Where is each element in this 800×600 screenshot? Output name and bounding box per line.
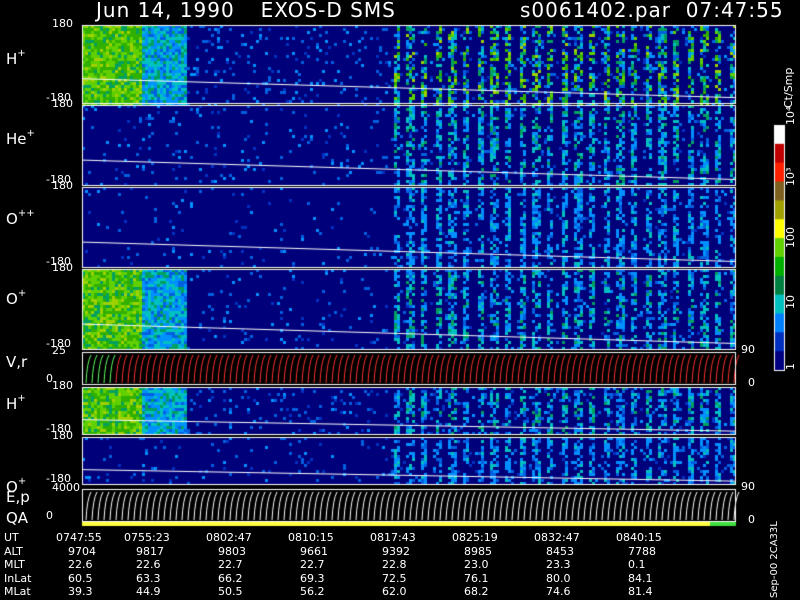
- table-cell: 0755:23: [124, 531, 170, 544]
- table-cell: 44.9: [136, 585, 161, 598]
- table-cell: 22.6: [68, 558, 93, 571]
- panel-label-1: He+: [6, 128, 35, 148]
- table-row-name-mlat: MLat: [4, 585, 31, 598]
- panel-top-tick-6: 180: [52, 429, 73, 442]
- colorbar-label-0: 10⁴: [784, 106, 797, 125]
- colorbar-label-1: 10³: [784, 167, 797, 187]
- table-cell: 74.6: [546, 585, 571, 598]
- table-cell: 76.1: [464, 571, 489, 585]
- colorbar-label-2: 100: [784, 226, 797, 248]
- table-cell: 0840:15: [616, 531, 662, 544]
- file-time: 07:47:55: [685, 0, 784, 22]
- panel-top-tick-2: 180: [52, 179, 73, 192]
- panel-top-tick-1: 180: [52, 97, 73, 110]
- table-cell: 80.0: [546, 571, 571, 585]
- table-cell: 7788: [628, 544, 656, 558]
- table-cell: 63.3: [136, 571, 161, 585]
- table-row-name-inlat: InLat: [4, 571, 32, 585]
- table-cell: 22.7: [218, 558, 243, 571]
- table-cell: 0.1: [628, 558, 646, 571]
- panel-label-4: V,r: [6, 353, 28, 371]
- spectrogram-canvas: [0, 0, 800, 600]
- table-cell: 50.5: [218, 585, 243, 598]
- table-cell: 66.2: [218, 571, 243, 585]
- table-cell: 8985: [464, 544, 492, 558]
- panel-right-bottom-tick-4: 0: [748, 376, 755, 389]
- table-cell: 62.0: [382, 585, 407, 598]
- table-cell: 22.6: [136, 558, 161, 571]
- table-row-name-ut: UT: [4, 531, 19, 544]
- table-cell: 81.4: [628, 585, 653, 598]
- table-cell: 0817:43: [370, 531, 416, 544]
- footer-label: Sep-00 2CA33L: [769, 521, 780, 598]
- colorbar-units: Ct/Smp: [782, 67, 795, 108]
- table-cell: 0810:15: [288, 531, 334, 544]
- colorbar-label-3: 10: [784, 294, 797, 309]
- panel-top-tick-0: 180: [52, 17, 73, 30]
- table-cell: 9661: [300, 544, 328, 558]
- table-cell: 0802:47: [206, 531, 252, 544]
- table-cell: 23.0: [464, 558, 489, 571]
- table-row-name-mlt: MLT: [4, 558, 25, 571]
- panel-top-tick-7: 4000: [52, 481, 80, 494]
- table-cell: 0747:55: [56, 531, 102, 544]
- table-cell: 39.3: [68, 585, 93, 598]
- panel-right-bottom-tick-7: 0: [748, 513, 755, 526]
- panel-top-tick-3: 180: [52, 261, 73, 274]
- date-label: Jun 14, 1990: [96, 0, 235, 22]
- panel-right-top-tick-7: 90: [741, 480, 755, 493]
- panel-label-5: H+: [6, 393, 26, 413]
- table-cell: 8453: [546, 544, 574, 558]
- file-name: s0061402.par: [520, 0, 672, 22]
- table-cell: 0825:19: [452, 531, 498, 544]
- table-cell: 56.2: [300, 585, 325, 598]
- table-cell: 9803: [218, 544, 246, 558]
- panel-label-3: O+: [6, 288, 27, 308]
- panel-top-tick-5: 180: [52, 379, 73, 392]
- table-row-name-alt: ALT: [4, 544, 23, 558]
- colorbar-label-4: 1: [784, 363, 797, 370]
- panel-label-2: O++: [6, 208, 35, 228]
- panel-right-top-tick-4: 90: [741, 343, 755, 356]
- table-cell: 9704: [68, 544, 96, 558]
- panel-bottom-tick-7: 0: [46, 509, 53, 522]
- table-cell: 23.3: [546, 558, 571, 571]
- table-cell: 68.2: [464, 585, 489, 598]
- file-info: s0061402.par 07:47:55: [520, 0, 784, 20]
- table-cell: 9817: [136, 544, 164, 558]
- panel-label-7: E,p: [6, 488, 30, 506]
- table-cell: 22.7: [300, 558, 325, 571]
- table-cell: 69.3: [300, 571, 325, 585]
- qa-label: QA: [6, 509, 29, 527]
- panel-label-0: H+: [6, 48, 26, 68]
- mission-label: EXOS-D SMS: [260, 0, 396, 22]
- table-cell: 60.5: [68, 571, 93, 585]
- table-cell: 84.1: [628, 571, 653, 585]
- table-cell: 72.5: [382, 571, 407, 585]
- table-cell: 9392: [382, 544, 410, 558]
- plot-title: Jun 14, 1990 EXOS-D SMS: [96, 0, 422, 20]
- table-cell: 22.8: [382, 558, 407, 571]
- table-cell: 0832:47: [534, 531, 580, 544]
- panel-top-tick-4: 25: [52, 344, 66, 357]
